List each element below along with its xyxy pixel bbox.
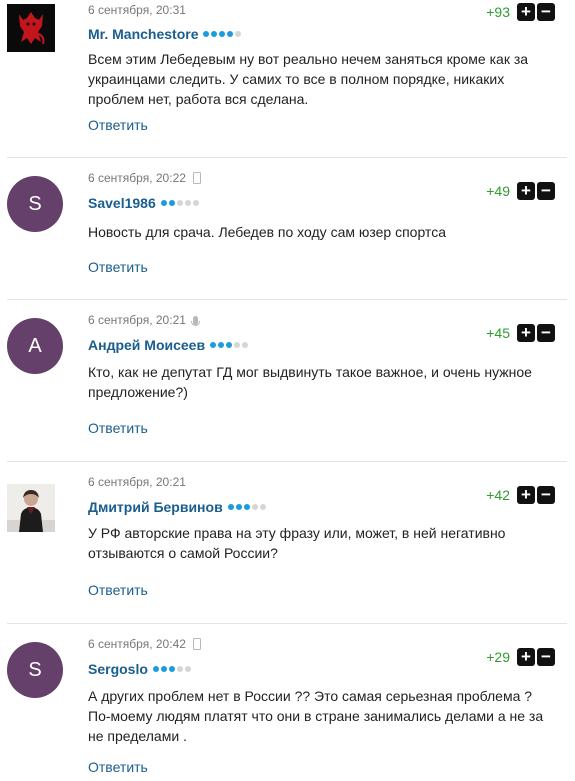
comment-date: 6 сентября, 20:21 <box>88 313 186 327</box>
reply-link[interactable]: Ответить <box>88 582 148 598</box>
comment-meta: 6 сентября, 20:21 <box>88 475 186 489</box>
comment-text: Всем этим Лебедевым ну вот реально нечем… <box>88 51 529 107</box>
comment-meta: 6 сентября, 20:22 <box>88 171 201 185</box>
vote-box: +93 + − <box>486 3 555 21</box>
author-name[interactable]: Дмитрий Бервинов <box>88 499 223 515</box>
reply-link[interactable]: Ответить <box>88 117 148 133</box>
upvote-button[interactable]: + <box>517 648 535 666</box>
author-line: Sergoslo <box>88 661 193 677</box>
downvote-button[interactable]: − <box>537 324 555 342</box>
author-line: Андрей Моисеев <box>88 337 250 353</box>
author-line: Дмитрий Бервинов <box>88 499 268 515</box>
comment-score: +49 <box>486 183 510 199</box>
comment-item: 6 сентября, 20:31 Mr. Manchestore +93 + … <box>0 0 575 158</box>
comments-feed: 6 сентября, 20:31 Mr. Manchestore +93 + … <box>0 0 575 781</box>
avatar[interactable]: S <box>7 176 63 232</box>
reply-link[interactable]: Ответить <box>88 420 148 436</box>
comment-date: 6 сентября, 20:31 <box>88 3 186 17</box>
avatar[interactable]: А <box>7 318 63 374</box>
comment-text: У РФ авторские права на эту фразу или, м… <box>88 525 506 561</box>
downvote-button[interactable]: − <box>537 3 555 21</box>
comment-date: 6 сентября, 20:21 <box>88 475 186 489</box>
vote-box: +42 + − <box>486 486 555 504</box>
avatar[interactable]: S <box>7 642 63 698</box>
downvote-button[interactable]: − <box>537 182 555 200</box>
phone-icon <box>192 172 201 184</box>
comment-meta: 6 сентября, 20:21 <box>88 313 200 327</box>
author-line: Mr. Manchestore <box>88 26 243 42</box>
comment-date: 6 сентября, 20:42 <box>88 637 186 651</box>
avatar[interactable] <box>7 4 55 52</box>
comment-text: Кто, как не депутат ГД мог выдвинуть так… <box>88 364 532 400</box>
upvote-button[interactable]: + <box>517 324 535 342</box>
downvote-button[interactable]: − <box>537 486 555 504</box>
comment-item: S 6 сентября, 20:22 Savel1986 +49 + − Но… <box>0 158 575 300</box>
comment-meta: 6 сентября, 20:31 <box>88 3 186 17</box>
comment-score: +42 <box>486 487 510 503</box>
comment-text: Новость для срача. Лебедев по ходу сам ю… <box>88 224 446 240</box>
comment-score: +29 <box>486 649 510 665</box>
comment-item: 6 сентября, 20:21 Дмитрий Бервинов +42 +… <box>0 462 575 624</box>
microphone-icon <box>190 315 200 326</box>
author-name[interactable]: Андрей Моисеев <box>88 337 205 353</box>
reply-link[interactable]: Ответить <box>88 759 148 775</box>
comment-item: А 6 сентября, 20:21 Андрей Моисеев +45 +… <box>0 300 575 462</box>
author-name[interactable]: Savel1986 <box>88 195 156 211</box>
comment-score: +93 <box>486 4 510 20</box>
phone-icon <box>192 638 201 650</box>
red-devil-logo-icon <box>7 4 55 52</box>
vote-box: +29 + − <box>486 648 555 666</box>
avatar[interactable] <box>7 484 55 532</box>
author-level-dots <box>160 200 201 206</box>
upvote-button[interactable]: + <box>517 182 535 200</box>
user-photo <box>7 484 55 532</box>
comment-item: S 6 сентября, 20:42 Sergoslo +29 + − А д… <box>0 624 575 781</box>
author-level-dots <box>210 342 250 348</box>
comment-meta: 6 сентября, 20:42 <box>88 637 201 651</box>
author-name[interactable]: Mr. Manchestore <box>88 26 198 42</box>
comment-text: А других проблем нет в России ?? Это сам… <box>88 688 544 744</box>
upvote-button[interactable]: + <box>517 486 535 504</box>
comment-date: 6 сентября, 20:22 <box>88 171 186 185</box>
upvote-button[interactable]: + <box>517 3 535 21</box>
reply-link[interactable]: Ответить <box>88 259 148 275</box>
author-level-dots <box>152 666 193 672</box>
author-line: Savel1986 <box>88 195 201 211</box>
author-name[interactable]: Sergoslo <box>88 661 148 677</box>
author-level-dots <box>227 504 268 510</box>
comment-score: +45 <box>486 325 510 341</box>
downvote-button[interactable]: − <box>537 648 555 666</box>
vote-box: +49 + − <box>486 182 555 200</box>
vote-box: +45 + − <box>486 324 555 342</box>
author-level-dots <box>203 31 243 37</box>
